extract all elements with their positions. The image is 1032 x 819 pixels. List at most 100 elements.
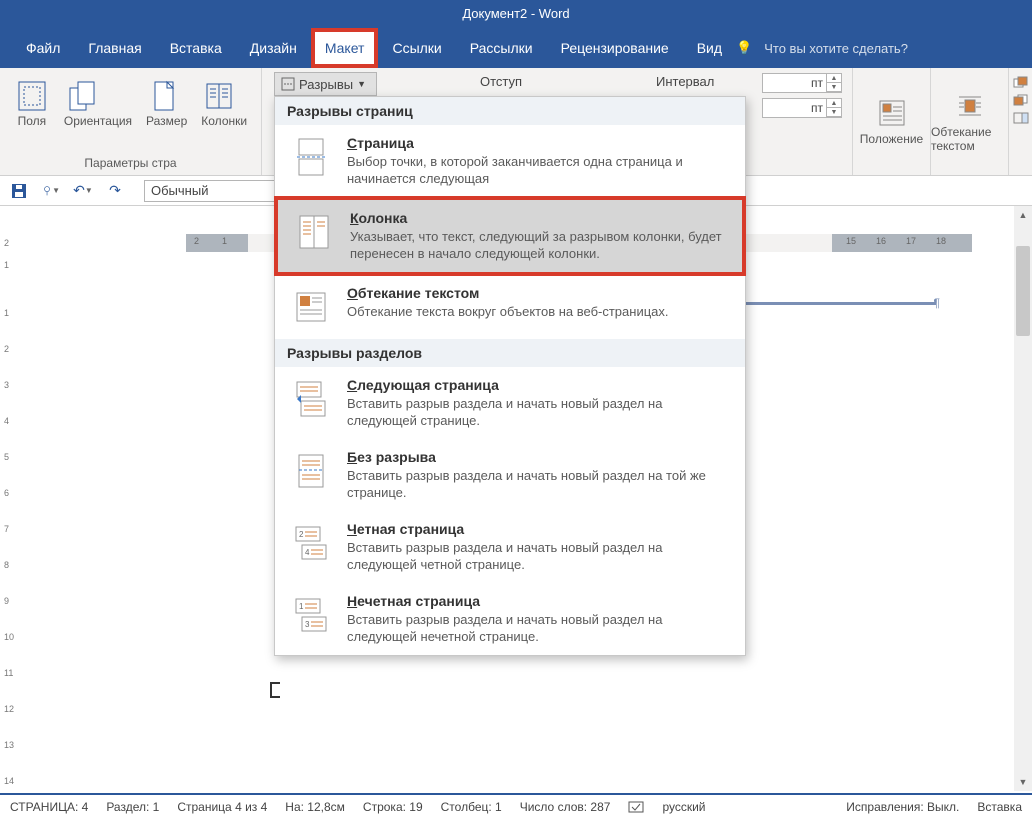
spacing-before-field[interactable]: пт▲▼ bbox=[762, 73, 842, 93]
section-continuous-icon bbox=[289, 449, 333, 493]
columns-label: Колонки bbox=[201, 114, 247, 128]
break-column-title: Колонка bbox=[350, 210, 728, 226]
vertical-ruler[interactable]: 21 12 34 56 78 910 1112 1314 bbox=[2, 234, 20, 791]
spin-up-icon[interactable]: ▲ bbox=[827, 99, 841, 108]
touch-mode-icon[interactable]: ▼ bbox=[42, 182, 60, 200]
status-line[interactable]: Строка: 19 bbox=[363, 800, 423, 814]
break-wrap-desc: Обтекание текста вокруг объектов на веб-… bbox=[347, 303, 669, 320]
break-page-title: Страница bbox=[347, 135, 731, 151]
section-next-page-icon bbox=[289, 377, 333, 421]
status-words[interactable]: Число слов: 287 bbox=[520, 800, 611, 814]
break-wrap-item[interactable]: Обтекание текстом Обтекание текста вокруг… bbox=[275, 275, 745, 339]
svg-text:3: 3 bbox=[305, 620, 310, 629]
tab-mailings[interactable]: Рассылки bbox=[456, 28, 547, 68]
section-next-page-item[interactable]: Следующая страница Вставить разрыв раздел… bbox=[275, 367, 745, 439]
section-breaks-header: Разрывы разделов bbox=[275, 339, 745, 367]
redo-icon[interactable]: ↷ bbox=[106, 182, 124, 200]
group-page-setup: Поля Ориентация Размер Колонки bbox=[0, 68, 262, 175]
arrange-mini-buttons bbox=[1008, 68, 1032, 175]
column-break-mark bbox=[726, 302, 936, 305]
status-language[interactable]: русский bbox=[662, 800, 705, 814]
status-column[interactable]: Столбец: 1 bbox=[441, 800, 502, 814]
status-position[interactable]: На: 12,8см bbox=[285, 800, 345, 814]
tab-insert[interactable]: Вставка bbox=[156, 28, 236, 68]
columns-icon[interactable] bbox=[201, 78, 237, 114]
section-even-icon: 24 bbox=[289, 521, 333, 565]
size-label: Размер bbox=[146, 114, 187, 128]
scroll-down-icon[interactable]: ▼ bbox=[1014, 773, 1032, 791]
section-continuous-item[interactable]: Без разрыва Вставить разрыв раздела и нач… bbox=[275, 439, 745, 511]
chevron-down-icon: ▼ bbox=[357, 79, 366, 89]
ribbon-tabs: Файл Главная Вставка Дизайн Макет Ссылки… bbox=[0, 28, 1032, 68]
svg-text:2: 2 bbox=[299, 530, 304, 539]
status-page[interactable]: СТРАНИЦА: 4 bbox=[10, 800, 88, 814]
breaks-button[interactable]: Разрывы ▼ bbox=[274, 72, 377, 96]
selection-pane-icon[interactable] bbox=[1013, 112, 1029, 124]
spin-down-icon[interactable]: ▼ bbox=[827, 108, 841, 117]
tab-home[interactable]: Главная bbox=[74, 28, 155, 68]
page-breaks-header: Разрывы страниц bbox=[275, 97, 745, 125]
section-next-desc: Вставить разрыв раздела и начать новый р… bbox=[347, 395, 731, 429]
section-continuous-title: Без разрыва bbox=[347, 449, 731, 465]
break-column-item[interactable]: Колонка Указывает, что текст, следующий з… bbox=[278, 200, 742, 272]
send-backward-icon[interactable] bbox=[1013, 94, 1029, 106]
pilcrow-icon: ¶ bbox=[934, 296, 940, 310]
spellcheck-icon[interactable] bbox=[628, 800, 644, 814]
tell-me-input[interactable]: Что вы хотите сделать? bbox=[764, 41, 908, 56]
save-icon[interactable] bbox=[10, 182, 28, 200]
bring-forward-icon[interactable] bbox=[1013, 76, 1029, 88]
wrap-text-button[interactable]: Обтекание текстом bbox=[930, 68, 1008, 175]
tab-design[interactable]: Дизайн bbox=[236, 28, 311, 68]
status-insert-mode[interactable]: Вставка bbox=[977, 800, 1022, 814]
size-icon[interactable] bbox=[146, 78, 182, 114]
tab-file[interactable]: Файл bbox=[12, 28, 74, 68]
tab-review[interactable]: Рецензирование bbox=[547, 28, 683, 68]
section-even-item[interactable]: 24 Четная страница Вставить разрыв раздел… bbox=[275, 511, 745, 583]
spin-up-icon[interactable]: ▲ bbox=[827, 74, 841, 83]
section-odd-icon: 13 bbox=[289, 593, 333, 637]
break-page-desc: Выбор точки, в которой заканчивается одн… bbox=[347, 153, 731, 187]
svg-text:1: 1 bbox=[299, 602, 304, 611]
margins-icon[interactable] bbox=[14, 78, 50, 114]
breaks-dropdown: Разрывы страниц Страница Выбор точки, в к… bbox=[274, 96, 746, 656]
orientation-icon[interactable] bbox=[64, 78, 100, 114]
undo-icon[interactable]: ↶▼ bbox=[74, 182, 92, 200]
margins-label: Поля bbox=[14, 114, 50, 128]
ribbon: Поля Ориентация Размер Колонки bbox=[0, 68, 1032, 176]
break-wrap-title: Обтекание текстом bbox=[347, 285, 669, 301]
tab-references[interactable]: Ссылки bbox=[378, 28, 455, 68]
tab-layout[interactable]: Макет bbox=[311, 28, 379, 68]
text-cursor bbox=[270, 682, 280, 698]
section-odd-title: Нечетная страница bbox=[347, 593, 731, 609]
break-column-desc: Указывает, что текст, следующий за разры… bbox=[350, 228, 728, 262]
break-page-item[interactable]: Страница Выбор точки, в которой заканчива… bbox=[275, 125, 745, 197]
scroll-thumb[interactable] bbox=[1016, 246, 1030, 336]
status-bar: СТРАНИЦА: 4 Раздел: 1 Страница 4 из 4 На… bbox=[0, 793, 1032, 819]
section-next-title: Следующая страница bbox=[347, 377, 731, 393]
section-odd-desc: Вставить разрыв раздела и начать новый р… bbox=[347, 611, 731, 645]
scroll-up-icon[interactable]: ▲ bbox=[1014, 206, 1032, 224]
status-page-of[interactable]: Страница 4 из 4 bbox=[177, 800, 267, 814]
page-break-icon bbox=[289, 135, 333, 179]
wrap-break-icon bbox=[289, 285, 333, 329]
spacing-after-field[interactable]: пт▲▼ bbox=[762, 98, 842, 118]
section-odd-item[interactable]: 13 Нечетная страница Вставить разрыв разд… bbox=[275, 583, 745, 655]
section-even-desc: Вставить разрыв раздела и начать новый р… bbox=[347, 539, 731, 573]
svg-text:4: 4 bbox=[305, 548, 310, 557]
tell-me-icon: 💡 bbox=[736, 40, 752, 56]
status-track-changes[interactable]: Исправления: Выкл. bbox=[846, 800, 959, 814]
tab-view[interactable]: Вид bbox=[683, 28, 736, 68]
spin-down-icon[interactable]: ▼ bbox=[827, 83, 841, 92]
position-button[interactable]: Положение bbox=[852, 68, 930, 175]
page-setup-caption: Параметры стра bbox=[84, 156, 176, 173]
status-section[interactable]: Раздел: 1 bbox=[106, 800, 159, 814]
group-arrange: Положение Обтекание текстом bbox=[852, 68, 1032, 175]
vertical-scrollbar[interactable]: ▲ ▼ bbox=[1014, 206, 1032, 791]
section-even-title: Четная страница bbox=[347, 521, 731, 537]
section-continuous-desc: Вставить разрыв раздела и начать новый р… bbox=[347, 467, 731, 501]
column-break-icon bbox=[292, 210, 336, 254]
title-bar: Документ2 - Word bbox=[0, 0, 1032, 28]
indent-label: Отступ bbox=[480, 74, 522, 89]
orientation-label: Ориентация bbox=[64, 114, 132, 128]
breaks-button-label: Разрывы bbox=[299, 77, 353, 92]
